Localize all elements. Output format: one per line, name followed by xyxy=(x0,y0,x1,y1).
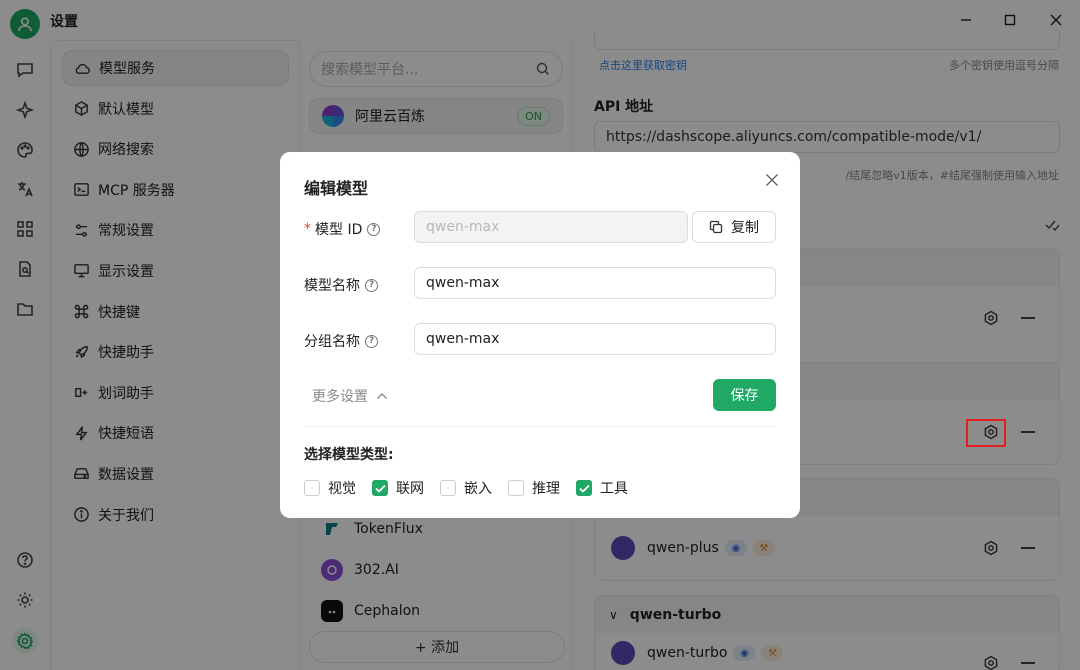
checkbox-checked-icon[interactable] xyxy=(576,480,592,496)
help-icon[interactable]: ? xyxy=(365,334,378,348)
checkbox-tools[interactable]: 工具 xyxy=(576,478,628,498)
model-name-input[interactable]: qwen-max xyxy=(414,267,776,299)
more-settings-label: 更多设置 xyxy=(312,389,368,405)
checkbox-checked-icon[interactable] xyxy=(372,480,388,496)
checkbox-reasoning[interactable]: 推理 xyxy=(508,478,560,498)
copy-button[interactable]: 复制 xyxy=(692,211,776,243)
checkbox-vision[interactable]: 视觉 xyxy=(304,478,356,498)
save-button[interactable]: 保存 xyxy=(713,379,776,411)
model-type-checkboxes: 视觉 联网 嵌入 推理 工具 xyxy=(304,478,644,498)
checkbox-web[interactable]: 联网 xyxy=(372,478,424,498)
model-name-label: 模型名称 ? xyxy=(304,275,378,295)
model-name-value: qwen-max xyxy=(426,275,500,291)
copy-icon xyxy=(709,220,723,234)
help-icon[interactable]: ? xyxy=(365,278,378,292)
model-type-label: 选择模型类型: xyxy=(304,447,394,463)
group-name-input[interactable]: qwen-max xyxy=(414,323,776,355)
group-name-value: qwen-max xyxy=(426,331,500,347)
group-name-label: 分组名称 ? xyxy=(304,331,378,351)
model-id-input: qwen-max xyxy=(414,211,688,243)
close-dialog-button[interactable] xyxy=(762,170,782,190)
more-settings-toggle[interactable]: 更多设置 xyxy=(312,386,388,406)
checkbox-box[interactable] xyxy=(508,480,524,496)
checkbox-box[interactable] xyxy=(304,480,320,496)
copy-label: 复制 xyxy=(731,220,759,236)
highlight-box xyxy=(966,419,1006,447)
checkbox-box[interactable] xyxy=(440,480,456,496)
dialog-title: 编辑模型 xyxy=(304,179,369,198)
checkbox-embedding[interactable]: 嵌入 xyxy=(440,478,492,498)
model-id-value: qwen-max xyxy=(426,219,500,235)
chevron-up-icon xyxy=(377,393,387,399)
close-icon xyxy=(766,174,778,186)
divider xyxy=(304,426,776,427)
help-icon[interactable]: ? xyxy=(367,222,381,236)
required-mark: * xyxy=(304,221,311,237)
model-id-label: * 模型 ID ? xyxy=(304,219,381,239)
edit-model-dialog: 编辑模型 * 模型 ID ? qwen-max 复制 模型名称 ? qwen-m… xyxy=(280,152,800,518)
